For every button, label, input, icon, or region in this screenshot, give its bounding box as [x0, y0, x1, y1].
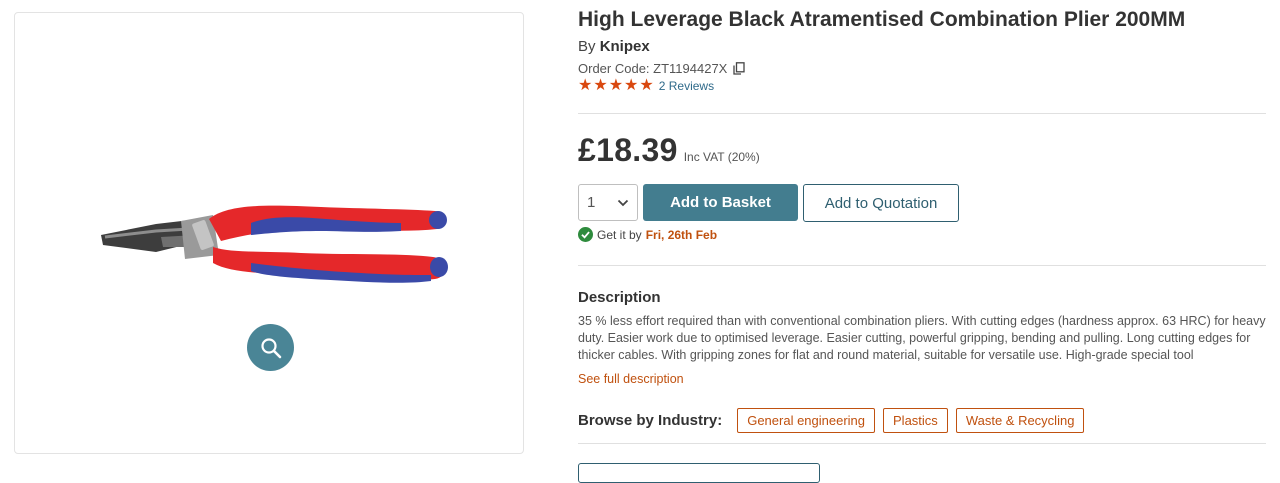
- check-circle-icon: [578, 227, 593, 242]
- partial-button[interactable]: [578, 463, 820, 483]
- order-code-label: Order Code: ZT1194427X: [578, 61, 728, 76]
- reviews-link[interactable]: 2 Reviews: [659, 79, 714, 93]
- star-icon: ★: [593, 77, 608, 94]
- by-prefix: By: [578, 38, 596, 55]
- add-to-quotation-button[interactable]: Add to Quotation: [803, 184, 959, 222]
- rating: ★ ★ ★ ★ ★ 2 Reviews: [578, 78, 714, 94]
- description-heading: Description: [578, 289, 661, 306]
- order-code: Order Code: ZT1194427X: [578, 61, 745, 76]
- brand-name[interactable]: Knipex: [600, 38, 650, 55]
- product-image-panel: [14, 12, 524, 454]
- divider: [578, 443, 1266, 444]
- description-text: 35 % less effort required than with conv…: [578, 314, 1266, 362]
- price-row: £18.39 Inc VAT (20%): [578, 132, 760, 169]
- industry-tag-plastics[interactable]: Plastics: [883, 408, 948, 433]
- quantity-select[interactable]: 1: [578, 184, 638, 221]
- magnifier-icon: [260, 337, 281, 358]
- quantity-value: 1: [587, 194, 596, 211]
- industry-tag-general-engineering[interactable]: General engineering: [737, 408, 876, 433]
- industry-tag-waste-recycling[interactable]: Waste & Recycling: [955, 408, 1085, 433]
- copy-icon[interactable]: [733, 62, 745, 75]
- see-full-description-link[interactable]: See full description: [578, 372, 684, 386]
- star-icon: ★: [639, 77, 654, 94]
- delivery-estimate: Get it by Fri, 26th Feb: [578, 227, 717, 242]
- browse-label: Browse by Industry:: [578, 412, 723, 429]
- delivery-prefix: Get it by: [597, 227, 642, 242]
- delivery-date: Fri, 26th Feb: [645, 227, 718, 242]
- divider: [578, 265, 1266, 266]
- add-to-basket-button[interactable]: Add to Basket: [643, 184, 798, 221]
- product-title: High Leverage Black Atramentised Combina…: [578, 8, 1186, 31]
- vat-label: Inc VAT (20%): [683, 150, 760, 164]
- chevron-down-icon: [617, 199, 629, 206]
- star-icon: ★: [578, 77, 593, 94]
- zoom-button[interactable]: [247, 324, 294, 371]
- price: £18.39: [578, 132, 678, 168]
- browse-by-industry: Browse by Industry: General engineering …: [578, 408, 1092, 433]
- divider: [578, 113, 1266, 114]
- product-image[interactable]: [101, 193, 451, 293]
- brand-line: By Knipex: [578, 38, 650, 55]
- star-icon: ★: [624, 77, 639, 94]
- star-icon: ★: [608, 77, 624, 94]
